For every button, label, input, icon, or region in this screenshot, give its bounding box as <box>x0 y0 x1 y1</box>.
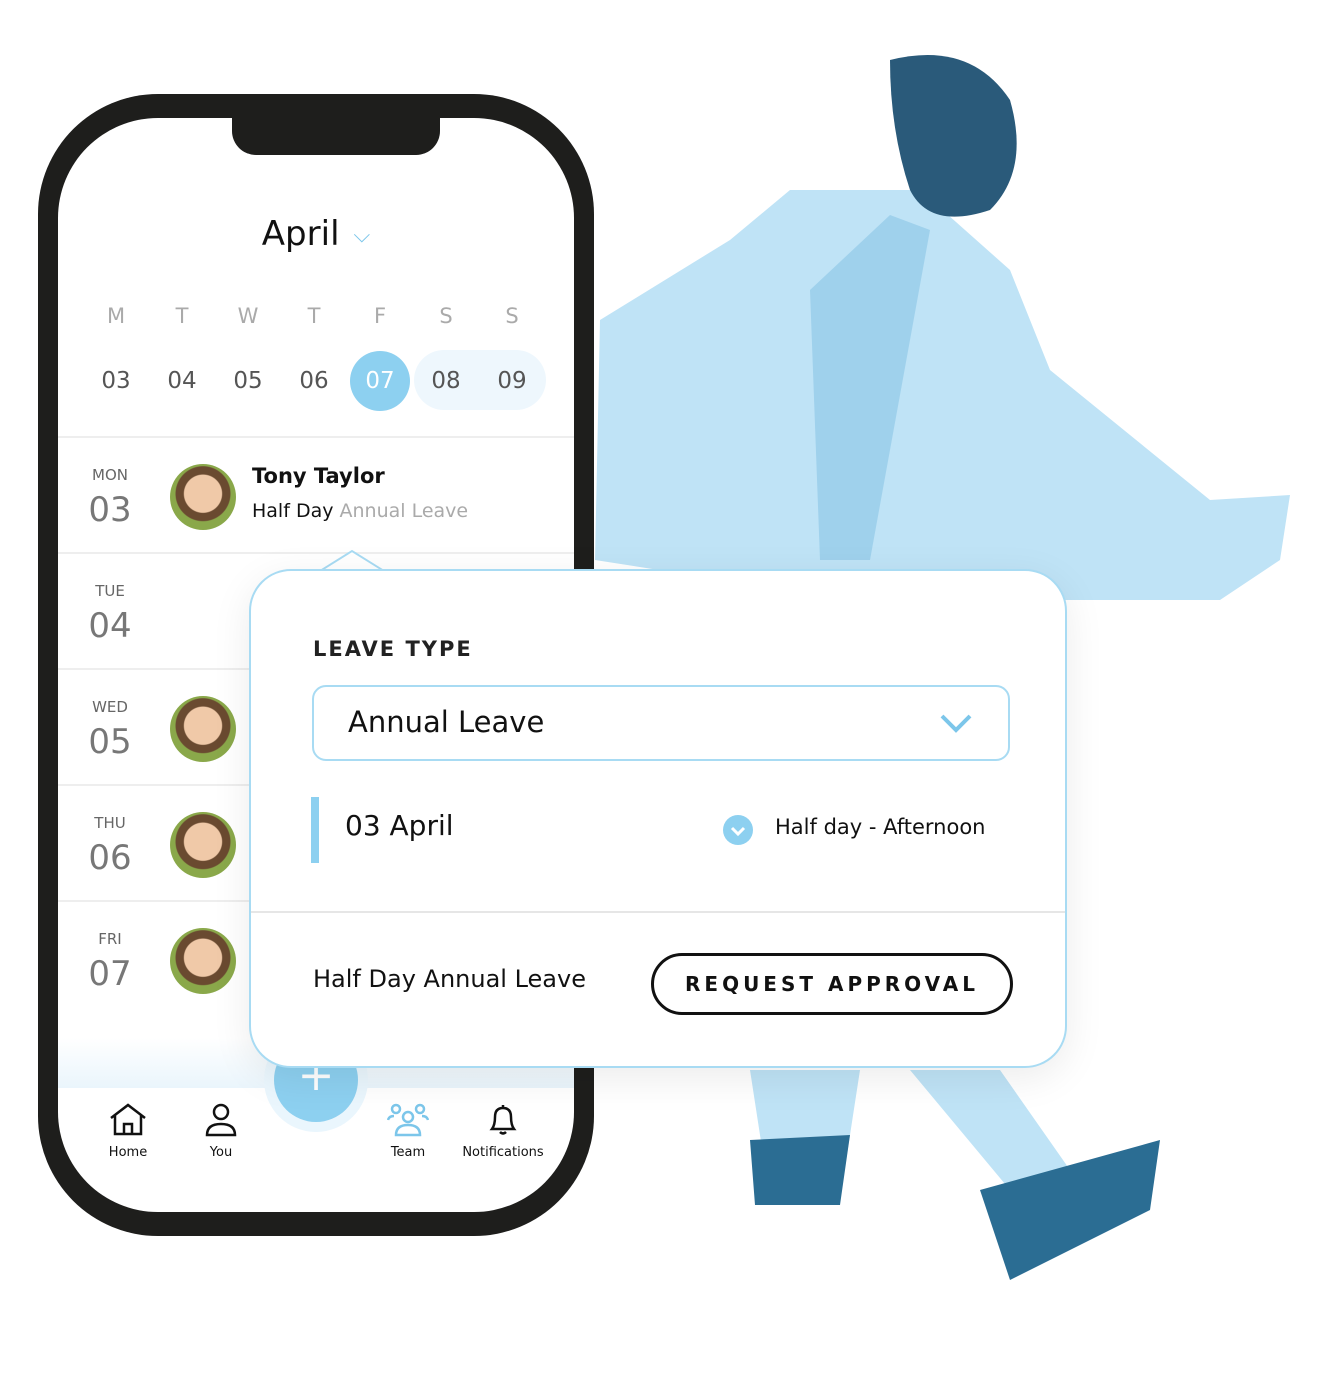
leave-summary: Half Day Annual Leave <box>313 965 586 993</box>
row-date: 07 <box>88 954 132 994</box>
leave-type-select[interactable]: Annual Leave <box>312 685 1010 761</box>
bell-icon <box>489 1105 517 1135</box>
leave-date: 03 April <box>345 809 454 842</box>
date-accent-bar <box>311 797 319 863</box>
nav-team[interactable]: Team <box>353 1103 463 1160</box>
weekday-label: T <box>175 304 189 328</box>
nav-team-label: Team <box>390 1145 426 1160</box>
row-date: 03 <box>88 490 132 530</box>
day-row[interactable]: MON 03 Tony Taylor Half Day Annual Leave <box>58 436 574 552</box>
leave-request-popup: LEAVE TYPE Annual Leave 03 April Half da… <box>249 569 1067 1068</box>
date-06[interactable]: 06 <box>284 351 344 411</box>
nav-home-label: Home <box>108 1145 148 1160</box>
request-approval-button[interactable]: REQUEST APPROVAL <box>651 953 1013 1015</box>
row-day: TUE <box>95 582 125 600</box>
month-selector[interactable]: April ⌵ <box>58 214 574 254</box>
chevron-down-icon <box>940 714 972 733</box>
popup-pointer <box>320 549 384 571</box>
home-icon <box>110 1103 146 1136</box>
row-day: FRI <box>98 930 122 948</box>
check-icon[interactable] <box>723 815 753 845</box>
team-icon <box>387 1103 429 1137</box>
avatar <box>170 928 236 994</box>
phone-notch <box>232 118 440 155</box>
row-day: THU <box>94 814 126 832</box>
date-03[interactable]: 03 <box>86 351 146 411</box>
divider <box>251 911 1065 913</box>
weekday-label: F <box>373 304 387 328</box>
weekday-label: M <box>106 304 126 328</box>
weekday-label: S <box>505 304 519 328</box>
avatar <box>170 696 236 762</box>
date-09[interactable]: 09 <box>482 351 542 411</box>
leave-type-value: Annual Leave <box>348 705 545 739</box>
leave-description: Half Day Annual Leave <box>252 500 468 522</box>
leave-kind: Annual Leave <box>339 500 469 522</box>
row-day: WED <box>92 698 128 716</box>
date-07[interactable]: 07 <box>350 351 410 411</box>
leave-duration: Half Day <box>252 500 334 522</box>
row-date: 04 <box>88 606 132 646</box>
nav-you[interactable]: You <box>166 1103 276 1160</box>
half-day-option[interactable]: Half day - Afternoon <box>775 815 986 839</box>
nav-notifications-label: Notifications <box>462 1145 544 1160</box>
date-05[interactable]: 05 <box>218 351 278 411</box>
row-date: 06 <box>88 838 132 878</box>
nav-you-label: You <box>209 1145 233 1160</box>
nav-notifications[interactable]: Notifications <box>448 1103 558 1160</box>
date-08[interactable]: 08 <box>416 351 476 411</box>
weekday-label: S <box>439 304 453 328</box>
date-04[interactable]: 04 <box>152 351 212 411</box>
weekday-label: T <box>307 304 321 328</box>
avatar <box>170 464 236 530</box>
weekday-label: W <box>237 304 259 328</box>
chevron-down-icon: ⌵ <box>353 223 371 248</box>
avatar <box>170 812 236 878</box>
month-label: April <box>261 214 340 254</box>
row-day: MON <box>92 466 128 484</box>
leave-type-label: LEAVE TYPE <box>313 637 473 661</box>
row-date: 05 <box>88 722 132 762</box>
user-icon <box>205 1103 237 1137</box>
employee-name: Tony Taylor <box>252 464 385 488</box>
